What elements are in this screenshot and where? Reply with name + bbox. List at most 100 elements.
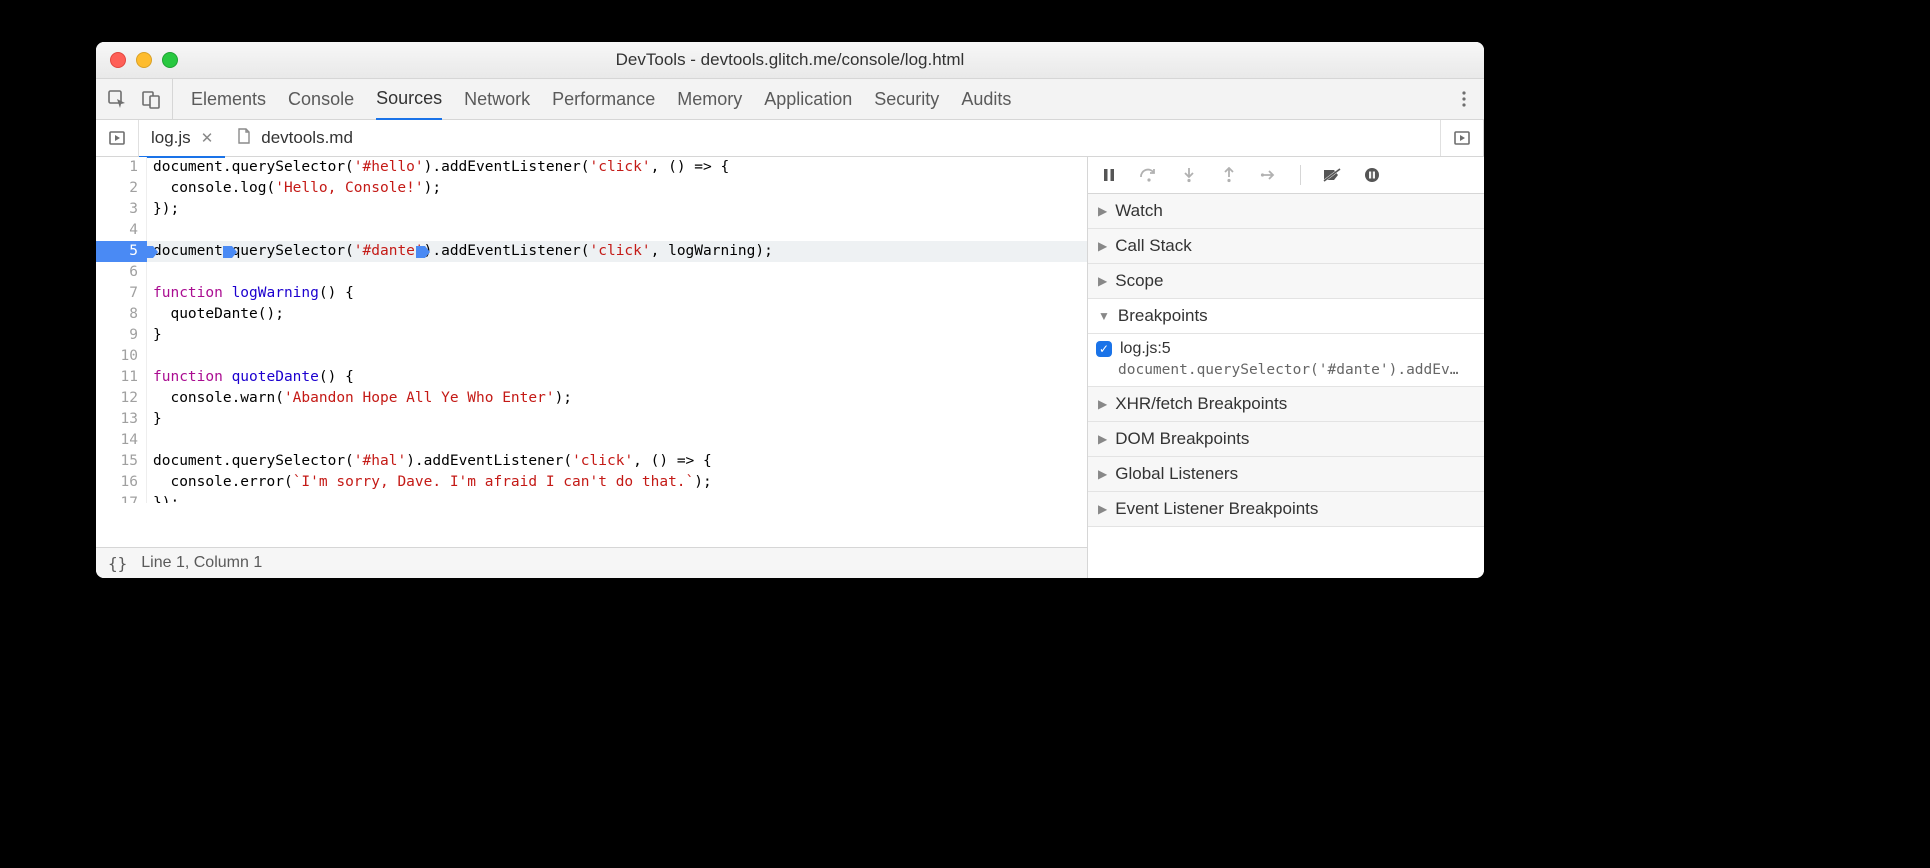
line-number-gutter[interactable]: 12 [96,388,147,409]
sidebar-pane-header[interactable]: ▶Watch [1088,194,1484,229]
code-line[interactable]: 10 [96,346,1087,367]
line-number-gutter[interactable]: 9 [96,325,147,346]
line-number-gutter[interactable]: 14 [96,430,147,451]
line-number-gutter[interactable]: 2 [96,178,147,199]
code-line[interactable]: 15document.querySelector('#hal').addEven… [96,451,1087,472]
sidebar-pane-label: DOM Breakpoints [1115,429,1249,449]
devtools-window: DevTools - devtools.glitch.me/console/lo… [96,42,1484,578]
code-source [147,346,153,367]
sidebar-pane-label: Event Listener Breakpoints [1115,499,1318,519]
code-line[interactable]: 2 console.log('Hello, Console!'); [96,178,1087,199]
pause-on-exceptions-icon[interactable] [1361,164,1383,186]
chevron-right-icon: ▶ [1098,239,1107,253]
line-number-gutter[interactable]: 8 [96,304,147,325]
line-number-gutter[interactable]: 4 [96,220,147,241]
code-source: }): [147,493,179,503]
line-number-gutter[interactable]: 13 [96,409,147,430]
sidebar-pane-header[interactable]: ▼Breakpoints [1088,299,1484,334]
code-line[interactable]: 17}): [96,493,1087,503]
step-icon[interactable] [1258,164,1280,186]
file-tabbar: log.js✕devtools.md [96,120,1484,157]
code-source: }); [147,199,179,220]
step-out-icon[interactable] [1218,164,1240,186]
panel-tab-console[interactable]: Console [288,79,354,119]
sidebar-pane-header[interactable]: ▶ Call Stack [1088,229,1484,264]
close-icon[interactable]: ✕ [201,129,214,147]
inline-breakpoint-marker[interactable] [144,245,158,259]
code-line[interactable]: 3}); [96,199,1087,220]
code-line[interactable]: 4 [96,220,1087,241]
window-title: DevTools - devtools.glitch.me/console/lo… [96,50,1484,70]
code-line[interactable]: 12 console.warn('Abandon Hope All Ye Who… [96,388,1087,409]
show-navigator-icon[interactable] [96,120,139,156]
inline-breakpoint-marker[interactable] [416,245,430,259]
panel-tab-elements[interactable]: Elements [191,79,266,119]
inspect-element-icon[interactable] [106,88,128,110]
breakpoint-item[interactable]: ✓log.js:5document.querySelector('#dante'… [1088,334,1484,387]
pause-icon[interactable] [1098,164,1120,186]
line-number-gutter[interactable]: 17 [96,493,147,503]
chevron-right-icon: ▶ [1098,204,1107,218]
line-number-gutter[interactable]: 16 [96,472,147,493]
code-source: } [147,409,162,430]
debugger-toolbar [1088,157,1484,194]
device-toolbar-icon[interactable] [140,88,162,110]
breakpoint-snippet: document.querySelector('#dante').addEv… [1118,362,1474,378]
code-line[interactable]: 9} [96,325,1087,346]
code-source: document.querySelector('#hello').addEven… [147,157,729,178]
panel-tab-performance[interactable]: Performance [552,79,655,119]
source-editor[interactable]: 1document.querySelector('#hello').addEve… [96,157,1087,578]
line-number-gutter[interactable]: 6 [96,262,147,283]
step-over-icon[interactable] [1138,164,1160,186]
chevron-right-icon: ▶ [1098,397,1107,411]
file-tab[interactable]: log.js✕ [139,120,225,158]
code-line[interactable]: 16 console.error(`I'm sorry, Dave. I'm a… [96,472,1087,493]
line-number-gutter[interactable]: 5 [96,241,147,262]
code-line[interactable]: 13} [96,409,1087,430]
code-source: document.querySelector('#hal').addEventL… [147,451,712,472]
line-number-gutter[interactable]: 11 [96,367,147,388]
code-source [147,220,153,241]
panel-tab-sources[interactable]: Sources [376,79,442,120]
toggle-debugger-sidebar-icon[interactable] [1440,120,1484,156]
chevron-right-icon: ▶ [1098,467,1107,481]
code-line[interactable]: 11function quoteDante() { [96,367,1087,388]
code-source: console.warn('Abandon Hope All Ye Who En… [147,388,572,409]
code-source: quoteDante(); [147,304,284,325]
sidebar-pane-header[interactable]: ▶DOM Breakpoints [1088,422,1484,457]
code-line[interactable]: 5document.querySelector('#dante').addEve… [96,241,1087,262]
panel-tab-memory[interactable]: Memory [677,79,742,119]
panel-tab-audits[interactable]: Audits [961,79,1011,119]
panel-tab-application[interactable]: Application [764,79,852,119]
panel-tab-security[interactable]: Security [874,79,939,119]
code-line[interactable]: 6 [96,262,1087,283]
sidebar-pane-header[interactable]: ▶Event Listener Breakpoints [1088,492,1484,527]
line-number-gutter[interactable]: 3 [96,199,147,220]
more-options-icon[interactable] [1444,79,1484,119]
code-line[interactable]: 7function logWarning() { [96,283,1087,304]
sidebar-pane-header[interactable]: ▶Scope [1088,264,1484,299]
chevron-right-icon: ▶ [1098,274,1107,288]
panel-tab-network[interactable]: Network [464,79,530,119]
sidebar-pane-label: XHR/fetch Breakpoints [1115,394,1287,414]
sidebar-pane-label: Call Stack [1115,236,1192,256]
sidebar-pane-header[interactable]: ▶Global Listeners [1088,457,1484,492]
line-number-gutter[interactable]: 7 [96,283,147,304]
code-line[interactable]: 8 quoteDante(); [96,304,1087,325]
code-source [147,430,153,451]
breakpoint-checkbox[interactable]: ✓ [1096,341,1112,357]
file-icon [237,128,251,149]
code-source: document.querySelector('#dante').addEven… [147,241,773,262]
inline-breakpoint-marker[interactable] [223,245,237,259]
line-number-gutter[interactable]: 10 [96,346,147,367]
line-number-gutter[interactable]: 15 [96,451,147,472]
code-source: console.error(`I'm sorry, Dave. I'm afra… [147,472,712,493]
line-number-gutter[interactable]: 1 [96,157,147,178]
pretty-print-icon[interactable]: {} [108,554,127,573]
code-line[interactable]: 1document.querySelector('#hello').addEve… [96,157,1087,178]
sidebar-pane-header[interactable]: ▶ XHR/fetch Breakpoints [1088,387,1484,422]
code-line[interactable]: 14 [96,430,1087,451]
file-tab[interactable]: devtools.md [225,120,365,156]
deactivate-breakpoints-icon[interactable] [1321,164,1343,186]
step-into-icon[interactable] [1178,164,1200,186]
